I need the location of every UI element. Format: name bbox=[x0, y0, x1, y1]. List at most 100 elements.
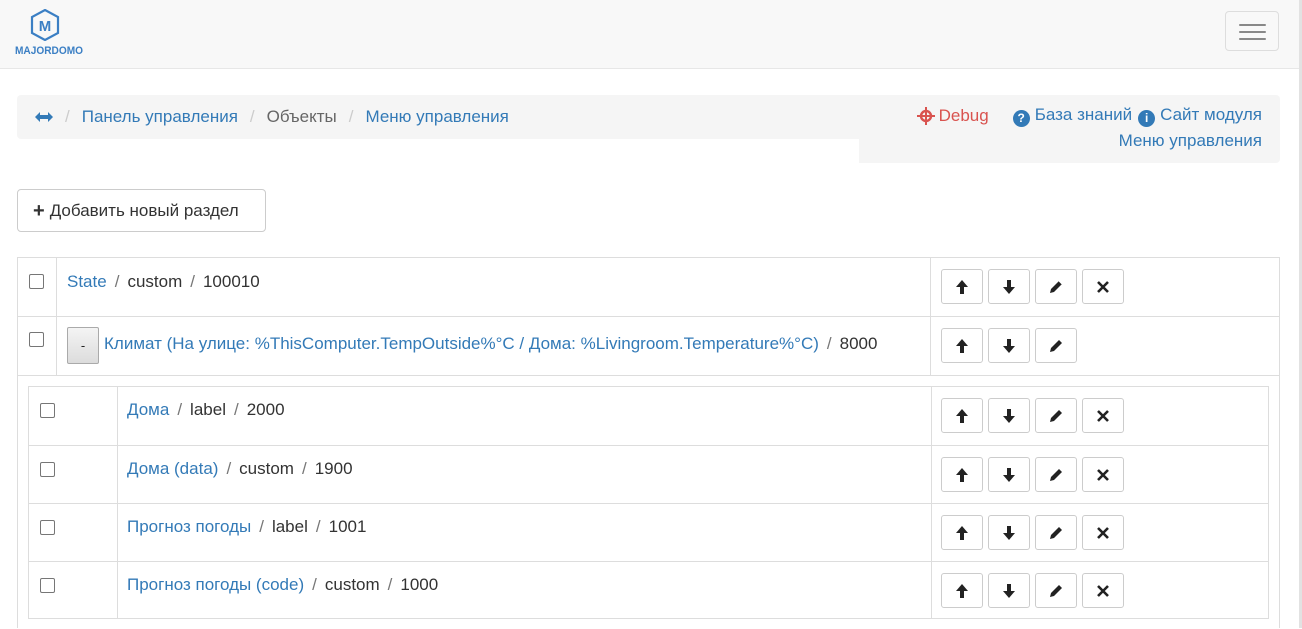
move-down-button[interactable] bbox=[988, 515, 1030, 550]
text-separator: / bbox=[826, 334, 832, 353]
debug-link[interactable]: Debug bbox=[916, 106, 989, 126]
move-up-button[interactable] bbox=[941, 328, 983, 363]
row-priority: 1900 bbox=[314, 459, 353, 478]
move-down-button[interactable] bbox=[988, 457, 1030, 492]
table-row: Прогноз погоды (code) / custom / 1000 bbox=[29, 561, 1268, 619]
delete-button[interactable] bbox=[1082, 269, 1124, 304]
edit-button[interactable] bbox=[1035, 515, 1077, 550]
row-checkbox[interactable] bbox=[40, 578, 55, 593]
row-title-link[interactable]: Дома bbox=[127, 400, 169, 419]
pencil-icon bbox=[1050, 280, 1063, 293]
row-text: Климат (На улице: %ThisComputer.TempOuts… bbox=[104, 334, 877, 354]
move-up-button[interactable] bbox=[941, 573, 983, 608]
arrow-up-icon bbox=[956, 408, 968, 423]
delete-button[interactable] bbox=[1082, 398, 1124, 433]
edit-button[interactable] bbox=[1035, 328, 1077, 363]
breadcrumb-separator: / bbox=[65, 107, 70, 126]
row-actions bbox=[941, 573, 1124, 608]
row-checkbox[interactable] bbox=[40, 462, 55, 477]
move-down-button[interactable] bbox=[988, 328, 1030, 363]
row-actions bbox=[941, 269, 1124, 304]
move-down-button[interactable] bbox=[988, 398, 1030, 433]
row-title-link[interactable]: State bbox=[67, 272, 107, 291]
arrow-down-icon bbox=[1003, 408, 1015, 423]
row-title-link[interactable]: Дома (data) bbox=[127, 459, 218, 478]
arrow-down-icon bbox=[1003, 279, 1015, 294]
arrow-up-icon bbox=[956, 338, 968, 353]
move-down-button[interactable] bbox=[988, 573, 1030, 608]
arrow-down-icon bbox=[1003, 583, 1015, 598]
row-actions bbox=[941, 328, 1077, 363]
text-separator: / bbox=[177, 400, 183, 419]
row-text: Дома / label / 2000 bbox=[127, 400, 285, 420]
delete-button[interactable] bbox=[1082, 573, 1124, 608]
row-priority: 2000 bbox=[246, 400, 285, 419]
arrow-up-icon bbox=[956, 279, 968, 294]
close-icon bbox=[1097, 468, 1109, 481]
menu-toggle-button[interactable] bbox=[1225, 11, 1279, 51]
text-separator: / bbox=[190, 272, 195, 291]
move-up-button[interactable] bbox=[941, 457, 983, 492]
breadcrumb-control-panel[interactable]: Панель управления bbox=[82, 107, 238, 127]
burger-bar bbox=[1239, 31, 1266, 33]
table-row: - Климат (На улице: %ThisComputer.TempOu… bbox=[18, 316, 1279, 375]
edit-button[interactable] bbox=[1035, 573, 1077, 608]
module-name-link[interactable]: Меню управления bbox=[1119, 131, 1262, 151]
column-divider bbox=[117, 504, 118, 561]
column-divider bbox=[117, 446, 118, 503]
logo-text: MAJORDOMO bbox=[15, 45, 84, 57]
nested-table: Дома / label / 2000 Дома (data) / custom / 1900 bbox=[28, 386, 1269, 619]
row-checkbox[interactable] bbox=[40, 403, 55, 418]
move-up-button[interactable] bbox=[941, 269, 983, 304]
row-text: Прогноз погоды (code) / custom / 1000 bbox=[127, 575, 438, 595]
add-section-button[interactable]: + Добавить новый раздел bbox=[17, 189, 266, 232]
table-row: State / custom / 100010 bbox=[18, 258, 1279, 316]
crosshair-icon bbox=[916, 107, 935, 125]
arrow-up-icon bbox=[956, 583, 968, 598]
row-type: custom bbox=[127, 272, 183, 291]
row-checkbox[interactable] bbox=[29, 332, 44, 347]
text-separator: / bbox=[259, 517, 264, 536]
row-title-link[interactable]: Прогноз погоды (code) bbox=[127, 575, 304, 594]
move-up-button[interactable] bbox=[941, 398, 983, 433]
debug-label: Debug bbox=[938, 106, 989, 125]
row-type: custom bbox=[239, 459, 294, 478]
edit-button[interactable] bbox=[1035, 398, 1077, 433]
move-down-button[interactable] bbox=[988, 269, 1030, 304]
text-separator: / bbox=[114, 272, 120, 291]
burger-bar bbox=[1239, 38, 1266, 40]
row-checkbox[interactable] bbox=[40, 520, 55, 535]
home-arrows-icon[interactable] bbox=[35, 107, 53, 128]
svg-text:M: M bbox=[39, 18, 52, 35]
close-icon bbox=[1097, 584, 1109, 597]
add-section-label: Добавить новый раздел bbox=[49, 200, 239, 220]
logo[interactable]: M MAJORDOMO bbox=[14, 9, 83, 61]
row-priority: 1001 bbox=[328, 517, 367, 536]
pencil-icon bbox=[1050, 584, 1062, 597]
delete-button[interactable] bbox=[1082, 457, 1124, 492]
row-text: Прогноз погоды / label / 1001 bbox=[127, 517, 366, 537]
knowledge-base-link[interactable]: ? База знаний bbox=[1012, 105, 1132, 127]
row-priority: 1000 bbox=[400, 575, 439, 594]
text-separator: / bbox=[226, 459, 232, 478]
row-title-link[interactable]: Прогноз погоды bbox=[127, 517, 251, 536]
breadcrumb-control-menu[interactable]: Меню управления bbox=[365, 107, 508, 127]
row-checkbox[interactable] bbox=[29, 274, 44, 289]
pencil-icon bbox=[1050, 339, 1062, 352]
pencil-icon bbox=[1050, 409, 1062, 422]
edit-button[interactable] bbox=[1035, 269, 1077, 304]
row-text: Дома (data) / custom / 1900 bbox=[127, 459, 353, 479]
row-title-link[interactable]: Климат (На улице: %ThisComputer.TempOuts… bbox=[104, 334, 819, 353]
row-type: label bbox=[190, 400, 226, 419]
column-divider bbox=[931, 387, 932, 445]
module-site-link[interactable]: i Сайт модуля bbox=[1138, 105, 1262, 127]
close-icon bbox=[1097, 280, 1109, 293]
column-divider bbox=[117, 562, 118, 619]
collapse-button[interactable]: - bbox=[67, 327, 99, 364]
edit-button[interactable] bbox=[1035, 457, 1077, 492]
breadcrumb-objects: Объекты bbox=[266, 107, 337, 126]
delete-button[interactable] bbox=[1082, 515, 1124, 550]
move-up-button[interactable] bbox=[941, 515, 983, 550]
row-type: label bbox=[271, 517, 308, 536]
row-actions bbox=[941, 457, 1124, 492]
